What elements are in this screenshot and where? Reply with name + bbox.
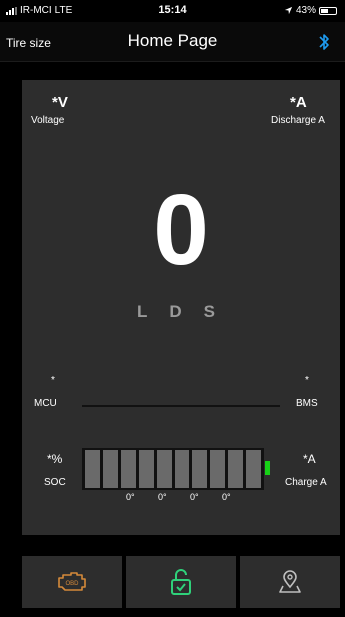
unlock-button[interactable] xyxy=(126,556,236,608)
discharge-label: Discharge A xyxy=(271,115,325,126)
soc-label: SOC xyxy=(44,477,66,488)
obd-button[interactable]: OBD xyxy=(22,556,122,608)
map-pin-icon xyxy=(279,570,301,593)
svg-text:OBD: OBD xyxy=(65,581,79,587)
map-button[interactable] xyxy=(240,556,340,608)
status-bar: IR-MCI LTE 15:14 43% xyxy=(0,0,345,22)
soc-cell xyxy=(138,450,154,488)
soc-cell xyxy=(210,450,226,488)
unlock-icon xyxy=(171,569,191,595)
soc-cell xyxy=(192,450,208,488)
soc-cell xyxy=(174,450,190,488)
soc-battery-tip xyxy=(265,461,270,475)
gear-selector: L D S xyxy=(137,302,215,322)
page-title: Home Page xyxy=(127,31,218,50)
nav-bar: Tire size Home Page xyxy=(0,22,345,62)
soc-cell xyxy=(102,450,118,488)
mcu-label: MCU xyxy=(34,398,57,409)
gear-s[interactable]: S xyxy=(204,302,215,322)
gear-l[interactable]: L xyxy=(137,302,147,322)
soc-cell xyxy=(228,450,244,488)
obd-engine-icon: OBD xyxy=(58,572,86,591)
temp-2: 0° xyxy=(158,492,167,502)
battery-icon xyxy=(319,6,337,15)
soc-battery-bar xyxy=(82,448,264,490)
soc-cell xyxy=(246,450,262,488)
discharge-value: *A xyxy=(290,94,307,111)
voltage-value: *V xyxy=(52,94,68,111)
soc-cell xyxy=(156,450,172,488)
soc-cell xyxy=(120,450,136,488)
bms-value: * xyxy=(305,375,309,386)
dashboard-panel: *V Voltage *A Discharge A 0 L D S * MCU … xyxy=(22,80,340,535)
charge-label: Charge A xyxy=(285,477,327,488)
temp-3: 0° xyxy=(190,492,199,502)
bluetooth-icon[interactable] xyxy=(317,32,331,52)
battery-percent: 43% xyxy=(295,5,316,16)
bottom-toolbar: OBD xyxy=(22,556,340,608)
temp-1: 0° xyxy=(126,492,135,502)
gear-d[interactable]: D xyxy=(169,302,181,322)
bms-label: BMS xyxy=(296,398,318,409)
soc-value: *% xyxy=(47,452,63,466)
charge-value: *A xyxy=(303,452,316,466)
temp-4: 0° xyxy=(222,492,231,502)
mcu-bms-connector xyxy=(82,405,280,407)
location-arrow-icon xyxy=(284,6,293,15)
mcu-value: * xyxy=(51,375,55,386)
soc-cell xyxy=(85,450,100,488)
status-right: 43% xyxy=(284,5,337,16)
speed-value: 0 xyxy=(153,174,209,286)
voltage-label: Voltage xyxy=(31,115,65,126)
